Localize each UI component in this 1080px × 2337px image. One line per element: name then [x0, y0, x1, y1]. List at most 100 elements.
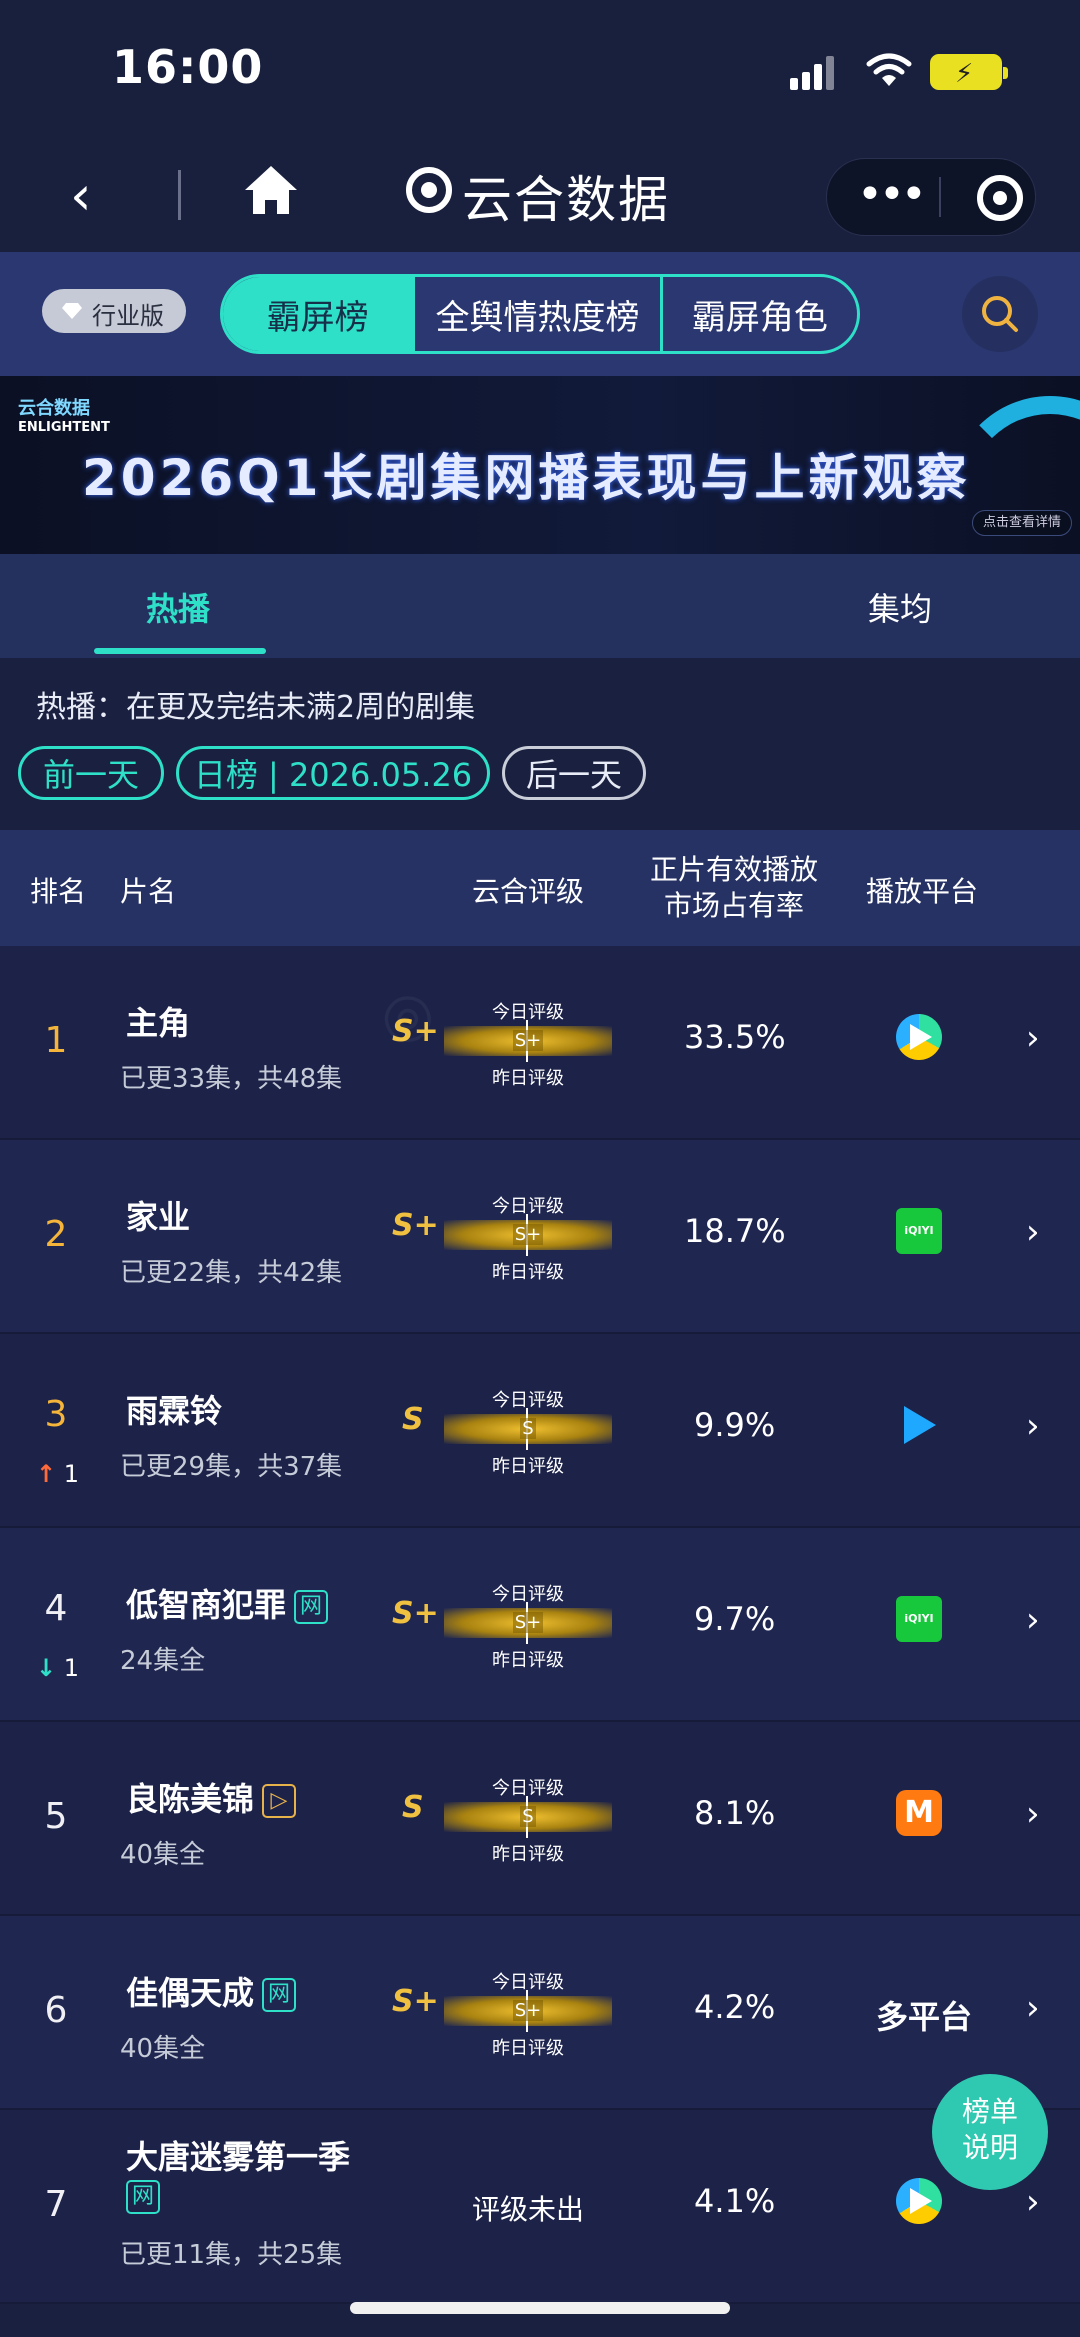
drama-title[interactable]: 雨霖铃 [126, 1386, 222, 1432]
grade-comparison: 今日评级 S+ 昨日评级 [444, 1968, 612, 2059]
home-indicator[interactable] [350, 2302, 730, 2314]
grade-label: S [402, 1790, 424, 1825]
grade-comparison: 今日评级 S 昨日评级 [444, 1774, 612, 1865]
drama-title[interactable]: 低智商犯罪网 [126, 1580, 329, 1626]
edition-label: 行业版 [92, 302, 164, 330]
top-tab-bar: 行业版 霸屏榜 全舆情热度榜 霸屏角色 [0, 252, 1080, 376]
edition-badge[interactable]: 行业版 [42, 289, 186, 333]
rank-number: 2 [44, 1214, 68, 1255]
grade-comparison: 今日评级 S+ 昨日评级 [444, 998, 612, 1089]
rank-change: ↓ 1 [36, 1654, 80, 1682]
chevron-right-icon[interactable]: › [1026, 2182, 1040, 2222]
market-share: 9.9% [694, 1406, 776, 1444]
banner-title: 2026Q1长剧集网播表现与上新观察 [82, 449, 971, 507]
episode-status: 已更22集，共42集 [120, 1258, 343, 1288]
status-bar: 16:00 ⚡ [0, 0, 1080, 140]
sub-tab-bar: 热播 集均 [0, 554, 1080, 658]
grade-label: S [402, 1402, 424, 1437]
next-day-button[interactable]: 后一天 [502, 746, 646, 800]
ranking-explanation-button[interactable]: 榜单 说明 [932, 2074, 1048, 2190]
drama-title[interactable]: 主角 [126, 998, 190, 1044]
tab-episode-avg[interactable]: 集均 [868, 584, 932, 630]
table-row[interactable]: 4 ↓ 1 低智商犯罪网 24集全 S+ 今日评级 S+ 昨日评级 9.7% iQIYI › [0, 1528, 1080, 1722]
status-time: 16:00 [112, 40, 264, 94]
youku-platform-icon [896, 1402, 942, 1448]
grade-bar: S [444, 1796, 612, 1838]
battery-icon: ⚡ [930, 54, 1008, 90]
rank-number: 5 [44, 1796, 68, 1837]
banner-detail-button[interactable]: 点击查看详情 [972, 510, 1072, 536]
tab-sentiment-heat[interactable]: 全舆情热度榜 [415, 277, 663, 351]
header-rank: 排名 [30, 875, 87, 908]
tencent-platform-icon [896, 1014, 942, 1060]
mango-exclusive-icon: ▷ [262, 1784, 297, 1818]
grade-bar: S [444, 1408, 612, 1450]
market-share: 4.1% [694, 2182, 776, 2220]
table-row[interactable]: 6 佳偶天成网 40集全 S+ 今日评级 S+ 昨日评级 4.2% 多平台 › [0, 1916, 1080, 2110]
signal-icon [790, 56, 836, 90]
app-logo-icon [406, 167, 452, 213]
rank-change: ↑ 1 [36, 1460, 80, 1488]
chevron-right-icon[interactable]: › [1026, 1018, 1040, 1058]
grade-comparison: 今日评级 S+ 昨日评级 [444, 1192, 612, 1283]
market-share: 8.1% [694, 1794, 776, 1832]
tab-top-roles[interactable]: 霸屏角色 [663, 277, 857, 351]
table-row[interactable]: 1 主角已更33集，共48集 S+ 今日评级 S+ 昨日评级 33.5% › [0, 946, 1080, 1140]
episode-status: 已更33集，共48集 [120, 1064, 343, 1094]
grade-comparison: 今日评级 S 昨日评级 [444, 1386, 612, 1477]
home-icon[interactable] [242, 162, 300, 220]
chevron-right-icon[interactable]: › [1026, 1600, 1040, 1640]
rank-number: 1 [44, 1020, 68, 1061]
hot-description: 热播：在更及完结未满2周的剧集 [36, 690, 476, 725]
iqiyi-platform-icon: iQIYI [896, 1208, 942, 1254]
back-button[interactable]: ‹ [70, 166, 120, 226]
header-name: 片名 [120, 875, 177, 908]
episode-status: 40集全 [120, 2034, 206, 2064]
market-share: 18.7% [684, 1212, 786, 1250]
date-selector[interactable]: 日榜 | 2026.05.26 [176, 746, 490, 800]
more-icon[interactable]: ••• [857, 169, 927, 220]
grade-bar: S+ [444, 1214, 612, 1256]
chevron-right-icon[interactable]: › [1026, 1794, 1040, 1834]
prev-day-button[interactable]: 前一天 [18, 746, 164, 800]
table-row[interactable]: 2 家业已更22集，共42集 S+ 今日评级 S+ 昨日评级 18.7% iQIYI › [0, 1140, 1080, 1334]
diamond-icon [62, 303, 82, 319]
table-row[interactable]: 5 良陈美锦 ▷ 40集全 S 今日评级 S 昨日评级 8.1% M › [0, 1722, 1080, 1916]
drama-title[interactable]: 良陈美锦 ▷ [126, 1774, 297, 1820]
episode-status: 已更11集，共25集 [120, 2240, 343, 2270]
chevron-right-icon[interactable]: › [1026, 1212, 1040, 1252]
table-row[interactable]: 7 大唐迷雾第一季网已更11集，共25集 评级未出 4.1% › [0, 2110, 1080, 2304]
rank-number: 7 [44, 2184, 68, 2225]
nav-bar: ‹ 云合数据 ••• [0, 140, 1080, 252]
grade-pending: 评级未出 [472, 2193, 585, 2226]
grade-bar: S+ [444, 1990, 612, 2032]
grade-bar: S+ [444, 1020, 612, 1062]
banner-logo: 云合数据 ENLIGHTENT [18, 398, 110, 435]
arrow-up-icon: ↑ [36, 1460, 57, 1488]
grade-label: S+ [392, 1984, 439, 2019]
chevron-right-icon[interactable]: › [1026, 1406, 1040, 1446]
mango-platform-icon: M [896, 1790, 942, 1836]
table-row[interactable]: 3 ↑ 1 雨霖铃 已更29集，共37集 S 今日评级 S 昨日评级 9.9% › [0, 1334, 1080, 1528]
active-tab-underline [94, 648, 266, 654]
chevron-right-icon[interactable]: › [1026, 1988, 1040, 2028]
app-title: 云合数据 [462, 171, 670, 229]
rank-number: 6 [44, 1990, 68, 2031]
drama-title[interactable]: 大唐迷雾第一季 [126, 2132, 350, 2178]
search-icon [982, 296, 1018, 332]
drama-title[interactable]: 佳偶天成网 [126, 1968, 297, 2014]
search-button[interactable] [962, 276, 1038, 352]
ranking-segmented-control: 霸屏榜 全舆情热度榜 霸屏角色 [220, 274, 860, 354]
grade-label: S+ [392, 1208, 439, 1243]
tab-screen-dominance[interactable]: 霸屏榜 [223, 277, 416, 351]
capsule-divider [939, 177, 941, 217]
market-share: 33.5% [684, 1018, 786, 1056]
promo-banner[interactable]: 云合数据 ENLIGHTENT 2026Q1长剧集网播表现与上新观察 点击查看详… [0, 376, 1080, 554]
mini-program-capsule: ••• [826, 158, 1036, 236]
web-drama-tag: 网 [262, 1978, 297, 2012]
drama-title[interactable]: 家业 [126, 1192, 190, 1238]
tab-hot[interactable]: 热播 [146, 584, 210, 630]
iqiyi-platform-icon: iQIYI [896, 1596, 942, 1642]
close-target-icon[interactable] [977, 175, 1023, 221]
header-market-share: 正片有效播放 市场占有率 [650, 853, 819, 922]
